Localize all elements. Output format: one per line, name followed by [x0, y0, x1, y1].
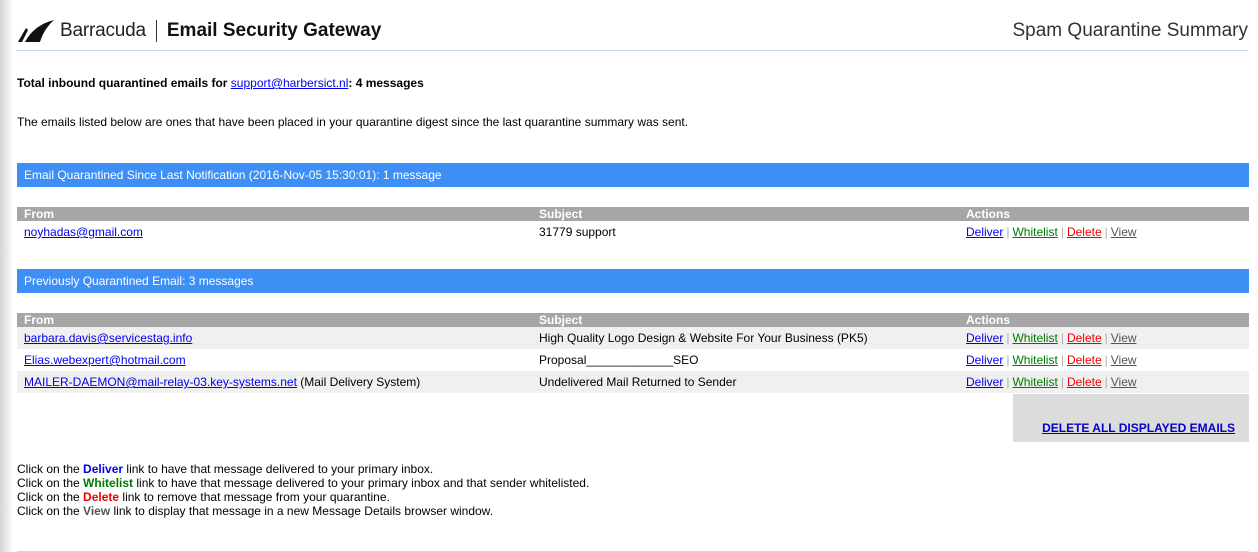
whitelist-link[interactable]: Whitelist: [1012, 375, 1057, 389]
help-deliver-word: Deliver: [83, 462, 124, 476]
sender-link[interactable]: barbara.davis@servicestag.info: [24, 331, 192, 345]
whitelist-link[interactable]: Whitelist: [1012, 353, 1057, 367]
table-header-row: From Subject Actions: [17, 207, 1249, 221]
delete-link[interactable]: Delete: [1067, 225, 1102, 239]
action-separator: |: [1060, 353, 1064, 367]
summary-prefix: Total inbound quarantined emails for: [17, 76, 231, 90]
barracuda-fish-icon: [18, 20, 54, 42]
sender-cell: noyhadas@gmail.com: [17, 221, 532, 243]
action-separator: |: [1006, 225, 1010, 239]
deliver-link[interactable]: Deliver: [966, 353, 1003, 367]
help-delete-word: Delete: [83, 490, 120, 504]
sender-link[interactable]: MAILER-DAEMON@mail-relay-03.key-systems.…: [24, 375, 297, 389]
sender-cell: Elias.webexpert@hotmail.com: [17, 349, 532, 371]
brand-name: Barracuda: [60, 20, 146, 41]
action-separator: |: [1060, 375, 1064, 389]
help-line-deliver: Click on the Deliver link to have that m…: [17, 462, 589, 476]
help-view-text: link to display that message in a new Me…: [110, 504, 494, 518]
column-header-subject: Subject: [532, 313, 959, 327]
delete-all-button[interactable]: DELETE ALL DISPLAYED EMAILS: [1042, 421, 1235, 435]
action-separator: |: [1104, 375, 1108, 389]
actions-cell: Deliver | Whitelist | Delete | View: [959, 371, 1249, 393]
recipient-email-link[interactable]: support@harbersict.nl: [231, 76, 349, 90]
help-line-view: Click on the View link to display that m…: [17, 504, 589, 518]
help-prefix: Click on the: [17, 462, 84, 476]
delete-link[interactable]: Delete: [1067, 331, 1102, 345]
action-separator: |: [1104, 331, 1108, 345]
help-prefix: Click on the: [17, 490, 84, 504]
view-link[interactable]: View: [1111, 331, 1137, 345]
delete-all-panel: DELETE ALL DISPLAYED EMAILS: [1013, 394, 1249, 442]
help-prefix: Click on the: [17, 476, 84, 490]
actions-cell: Deliver | Whitelist | Delete | View: [959, 327, 1249, 349]
whitelist-link[interactable]: Whitelist: [1012, 225, 1057, 239]
help-view-word: View: [83, 504, 111, 518]
subject-cell: Undelivered Mail Returned to Sender: [532, 371, 959, 393]
help-delete-text: link to remove that message from your qu…: [119, 490, 390, 504]
view-link[interactable]: View: [1111, 353, 1137, 367]
action-separator: |: [1060, 225, 1064, 239]
summary-count: : 4 messages: [348, 76, 424, 90]
quarantine-summary: Total inbound quarantined emails for sup…: [17, 76, 424, 90]
barracuda-logo: Barracuda Email Security Gateway: [16, 16, 381, 46]
table-row: noyhadas@gmail.com 31779 support Deliver…: [17, 221, 1249, 243]
table-row: Elias.webexpert@hotmail.com Proposal____…: [17, 349, 1249, 371]
action-separator: |: [1104, 225, 1108, 239]
help-line-delete: Click on the Delete link to remove that …: [17, 490, 589, 504]
action-separator: |: [1060, 331, 1064, 345]
column-header-from: From: [17, 313, 532, 327]
help-line-whitelist: Click on the Whitelist link to have that…: [17, 476, 589, 490]
help-whitelist-text: link to have that message delivered to y…: [133, 476, 590, 490]
view-link[interactable]: View: [1111, 375, 1137, 389]
sender-link[interactable]: noyhadas@gmail.com: [24, 225, 143, 239]
subject-cell: High Quality Logo Design & Website For Y…: [532, 327, 959, 349]
table-header-row: From Subject Actions: [17, 313, 1249, 327]
column-header-actions: Actions: [959, 313, 1249, 327]
recent-table: From Subject Actions noyhadas@gmail.com …: [17, 207, 1249, 243]
action-separator: |: [1006, 331, 1010, 345]
deliver-link[interactable]: Deliver: [966, 375, 1003, 389]
left-shadow: [0, 0, 14, 552]
subject-cell: Proposal_____________SEO: [539, 353, 699, 367]
help-prefix: Click on the: [17, 504, 84, 518]
sender-link[interactable]: Elias.webexpert@hotmail.com: [24, 353, 186, 367]
intro-text: The emails listed below are ones that ha…: [17, 115, 689, 129]
help-deliver-text: link to have that message delivered to y…: [123, 462, 434, 476]
table-row: barbara.davis@servicestag.info High Qual…: [17, 327, 1249, 349]
action-separator: |: [1006, 375, 1010, 389]
action-separator: |: [1104, 353, 1108, 367]
help-text: Click on the Deliver link to have that m…: [17, 462, 589, 518]
page-title: Spam Quarantine Summary: [1012, 20, 1249, 41]
table-row: MAILER-DAEMON@mail-relay-03.key-systems.…: [17, 371, 1249, 393]
help-whitelist-word: Whitelist: [83, 476, 134, 490]
previous-table: From Subject Actions barbara.davis@servi…: [17, 313, 1249, 393]
action-separator: |: [1006, 353, 1010, 367]
delete-link[interactable]: Delete: [1067, 375, 1102, 389]
actions-cell: Deliver | Whitelist | Delete | View: [959, 221, 1249, 243]
subject-cell: 31779 support: [539, 225, 616, 239]
column-header-actions: Actions: [959, 207, 1249, 221]
product-name: Email Security Gateway: [166, 20, 382, 41]
actions-cell: Deliver | Whitelist | Delete | View: [959, 349, 1249, 371]
sender-cell: barbara.davis@servicestag.info: [17, 327, 532, 349]
page-header: Barracuda Email Security Gateway Spam Qu…: [16, 12, 1248, 51]
deliver-link[interactable]: Deliver: [966, 225, 1003, 239]
whitelist-link[interactable]: Whitelist: [1012, 331, 1057, 345]
sender-display-name: (Mail Delivery System): [296, 375, 421, 389]
column-header-from: From: [17, 207, 532, 221]
deliver-link[interactable]: Deliver: [966, 331, 1003, 345]
view-link[interactable]: View: [1111, 225, 1137, 239]
previous-section-header: Previously Quarantined Email: 3 messages: [17, 269, 1249, 293]
delete-link[interactable]: Delete: [1067, 353, 1102, 367]
column-header-subject: Subject: [532, 207, 959, 221]
recent-section-header: Email Quarantined Since Last Notificatio…: [17, 163, 1249, 187]
sender-cell: MAILER-DAEMON@mail-relay-03.key-systems.…: [17, 371, 532, 393]
brand-divider: [155, 20, 157, 42]
